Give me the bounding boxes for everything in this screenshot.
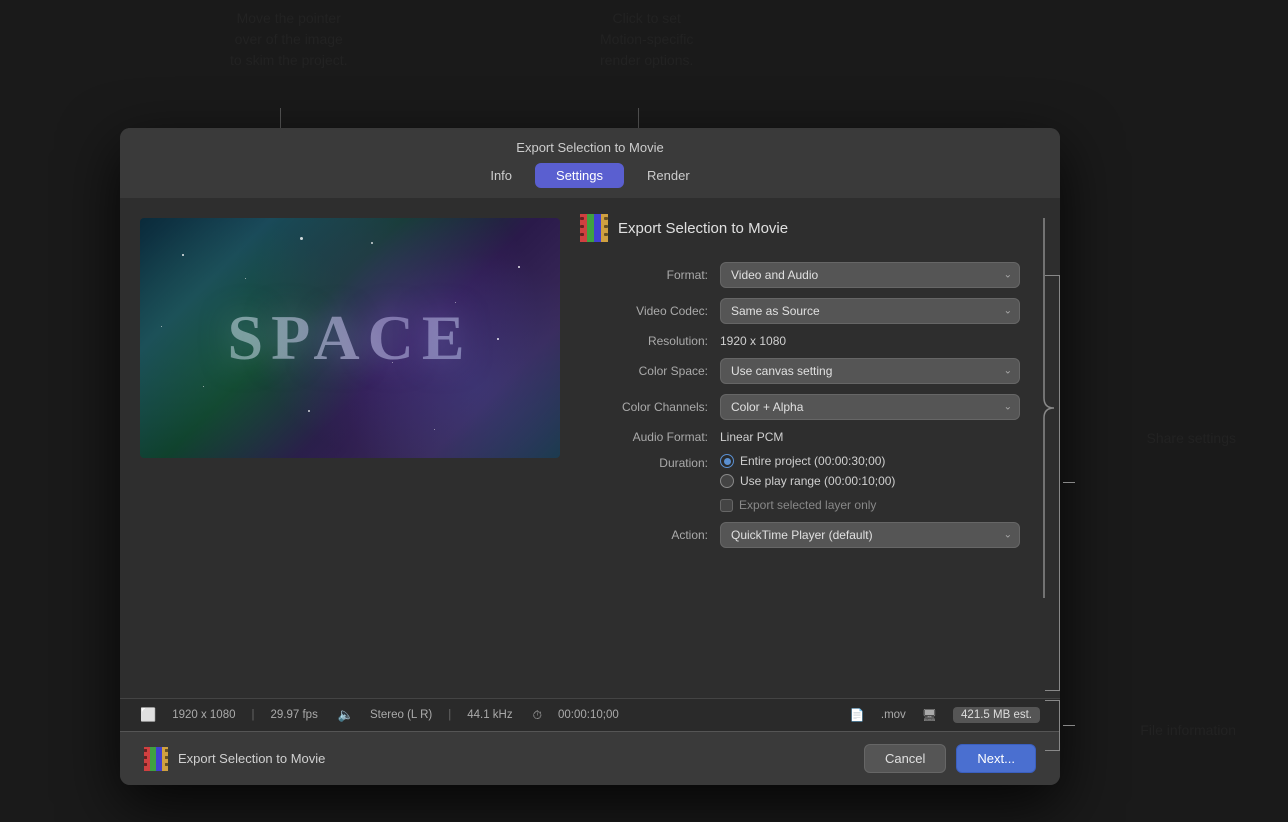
color-channels-label: Color Channels: [580,400,720,414]
export-layer-label: Export selected layer only [739,498,876,512]
export-dialog: Export Selection to Movie Info Settings … [120,128,1060,785]
dialog-title: Export Selection to Movie [120,128,1060,155]
color-channels-row: Color Channels: Color + Alpha ⌄ [580,394,1020,420]
share-settings-brace-area [1040,198,1060,698]
preview-image[interactable]: SPACE [140,218,560,458]
duration-row: Duration: Entire project (00:00:30;00) U… [580,454,1020,488]
info-sample-rate: 44.1 kHz [467,709,512,721]
video-codec-select-wrapper[interactable]: Same as Source ⌄ [720,298,1020,324]
entire-project-label: Entire project (00:00:30;00) [740,454,885,468]
action-label: Action: [580,528,720,542]
info-resolution: 1920 x 1080 [172,709,235,721]
next-button[interactable]: Next... [956,744,1036,773]
info-duration-icon: ⏱ [533,708,542,723]
action-select-wrapper[interactable]: QuickTime Player (default) ⌄ [720,522,1020,548]
info-fps: 29.97 fps [271,709,318,721]
video-codec-select[interactable]: Same as Source [720,298,1020,324]
info-screen-icon: ⬜ [140,707,156,723]
info-duration: 00:00:10;00 [558,709,619,721]
resolution-label: Resolution: [580,334,720,348]
file-brace-top [1045,700,1060,701]
resolution-value: 1920 x 1080 [720,334,786,348]
play-range-label: Use play range (00:00:10;00) [740,474,895,488]
share-settings-label: Share settings [1147,430,1237,446]
file-brace-bottom [1045,750,1060,751]
resolution-row: Resolution: 1920 x 1080 [580,334,1020,348]
dialog-body: SPACE [120,198,1060,698]
color-channels-select-wrapper[interactable]: Color + Alpha ⌄ [720,394,1020,420]
export-header: Export Selection to Movie [580,214,1020,242]
settings-export-title: Export Selection to Movie [618,220,788,237]
export-icon [580,214,608,242]
audio-format-row: Audio Format: Linear PCM [580,430,1020,444]
share-brace-bottom [1045,690,1060,691]
duration-entire-project[interactable]: Entire project (00:00:30;00) [720,454,895,468]
settings-panel: Export Selection to Movie Format: Video … [560,198,1040,698]
duration-options: Entire project (00:00:30;00) Use play ra… [720,454,895,488]
format-label: Format: [580,268,720,282]
duration-label: Duration: [580,456,720,470]
color-space-select-wrapper[interactable]: Use canvas setting ⌄ [720,358,1020,384]
info-bar: ⬜ 1920 x 1080 | 29.97 fps 🔈 Stereo (L R)… [120,698,1060,731]
info-monitor-icon: 🖥 [922,708,937,722]
export-layer-checkbox[interactable]: Export selected layer only [720,498,876,512]
tab-render[interactable]: Render [626,163,711,188]
share-brace-mid [1063,482,1075,483]
action-export-icon [144,747,168,771]
render-tooltip: Click to set Motion-specific render opti… [600,8,693,71]
action-bar: Export Selection to Movie Cancel Next... [120,731,1060,785]
share-brace-top [1045,275,1060,276]
color-space-select[interactable]: Use canvas setting [720,358,1020,384]
file-brace-mid [1063,725,1075,726]
info-audio: Stereo (L R) [370,709,432,721]
entire-project-radio[interactable] [720,454,734,468]
color-space-row: Color Space: Use canvas setting ⌄ [580,358,1020,384]
file-brace-line [1059,700,1060,750]
action-row: Action: QuickTime Player (default) ⌄ [580,522,1020,548]
file-info-label: File information [1140,722,1236,738]
format-select[interactable]: Video and Audio [720,262,1020,288]
format-select-wrapper[interactable]: Video and Audio ⌄ [720,262,1020,288]
tab-bar: Info Settings Render [120,155,1060,198]
video-codec-row: Video Codec: Same as Source ⌄ [580,298,1020,324]
cancel-button[interactable]: Cancel [864,744,946,773]
info-audio-icon: 🔈 [338,707,354,723]
color-space-label: Color Space: [580,364,720,378]
tab-info[interactable]: Info [469,163,533,188]
video-codec-label: Video Codec: [580,304,720,318]
file-size-badge: 421.5 MB est. [953,707,1040,723]
pointer-tooltip: Move the pointer over of the image to sk… [230,8,348,71]
action-bar-title: Export Selection to Movie [178,751,854,766]
audio-format-label: Audio Format: [580,430,720,444]
share-brace-line [1059,275,1060,690]
export-layer-row: Export selected layer only [720,498,1020,512]
audio-format-value: Linear PCM [720,430,783,444]
info-file-ext: .mov [881,709,906,721]
color-channels-select[interactable]: Color + Alpha [720,394,1020,420]
tab-settings[interactable]: Settings [535,163,624,188]
format-row: Format: Video and Audio ⌄ [580,262,1020,288]
duration-play-range[interactable]: Use play range (00:00:10;00) [720,474,895,488]
action-select[interactable]: QuickTime Player (default) [720,522,1020,548]
play-range-radio[interactable] [720,474,734,488]
export-layer-checkbox-box[interactable] [720,499,733,512]
preview-panel: SPACE [120,198,560,698]
info-file-icon: 📄 [850,708,865,722]
